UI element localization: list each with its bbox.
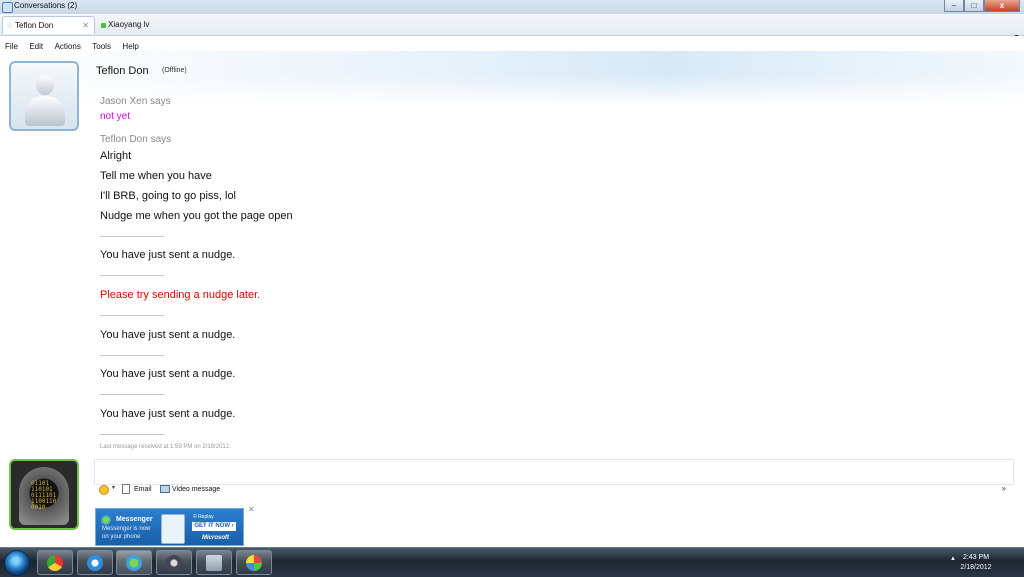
- message-text: not yet: [100, 111, 131, 122]
- window-title: Conversations (2): [14, 1, 78, 10]
- system-error-message: Please try sending a nudge later.: [100, 289, 261, 301]
- taskbar: ▲ 2:43 PM 2/18/2012: [0, 547, 1024, 577]
- separator: [100, 394, 164, 395]
- email-button[interactable]: Email: [134, 484, 152, 495]
- internet-explorer-icon: [87, 555, 103, 571]
- message-text: I'll BRB, going to go piss, lol: [100, 190, 237, 202]
- online-status-icon: [101, 23, 106, 28]
- menu-bar: File Edit Actions Tools Help: [0, 36, 1024, 51]
- tab-teflon-don[interactable]: ☆ Teflon Don ✕: [2, 16, 95, 34]
- ad-brand: Messenger: [116, 516, 153, 523]
- paint-taskbar-button[interactable]: [236, 550, 272, 575]
- messenger-app-icon: [2, 2, 13, 13]
- clock-date: 2/18/2012: [960, 564, 992, 571]
- steam-taskbar-button[interactable]: [156, 550, 192, 575]
- calculator-taskbar-button[interactable]: [196, 550, 232, 575]
- ie-taskbar-button[interactable]: [77, 550, 113, 575]
- tab-xiaoyang-lv[interactable]: Xiaoyang lv: [98, 16, 218, 34]
- messenger-logo-icon: [101, 515, 111, 525]
- separator: [100, 275, 164, 276]
- separator: [100, 315, 164, 316]
- close-button[interactable]: x: [984, 0, 1020, 12]
- get-it-now-button[interactable]: GET IT NOW ›: [192, 522, 236, 531]
- ad-replay[interactable]: © Replay: [193, 514, 214, 520]
- messenger-icon: [126, 555, 142, 571]
- chrome-taskbar-button[interactable]: [37, 550, 73, 575]
- messenger-taskbar-button[interactable]: [116, 550, 152, 575]
- contact-avatar[interactable]: [9, 61, 79, 131]
- title-bar: Conversations (2) – □ x: [0, 0, 1024, 14]
- system-message: You have just sent a nudge.: [100, 368, 236, 380]
- last-message-info: Last message received at 1:59 PM on 2/18…: [100, 444, 231, 450]
- default-user-icon: [36, 75, 54, 95]
- my-avatar[interactable]: 01101 110101 0111101 1100110 0010: [9, 459, 79, 530]
- avatar-binary-text: 01101 110101 0111101 1100110 0010: [31, 480, 57, 511]
- email-icon[interactable]: [122, 484, 130, 494]
- chevron-down-icon[interactable]: ▼: [111, 485, 116, 491]
- compose-toolbar: ▼ Email Video message »: [94, 482, 1012, 497]
- window-controls: – □ x: [944, 0, 1020, 13]
- steam-icon: [166, 555, 182, 571]
- emoticon-icon[interactable]: [99, 485, 109, 495]
- start-button[interactable]: [4, 550, 30, 576]
- message-text: Tell me when you have: [100, 170, 212, 182]
- paint-icon: [246, 555, 262, 571]
- message-text: Nudge me when you got the page open: [100, 210, 293, 222]
- tab-bar: ☆ Teflon Don ✕ Xiaoyang lv ▼: [0, 14, 1024, 41]
- clock-time: 2:43 PM: [962, 554, 990, 561]
- system-clock[interactable]: 2:43 PM 2/18/2012: [946, 553, 1006, 573]
- maximize-button[interactable]: □: [964, 0, 984, 12]
- separator: [100, 355, 164, 356]
- tab-label: Teflon Don: [15, 21, 54, 30]
- ad-tagline: on your phone: [102, 534, 141, 540]
- separator: [100, 434, 164, 435]
- sender-label: Jason Xen says: [100, 96, 171, 107]
- contact-name[interactable]: Teflon Don: [96, 65, 149, 77]
- messenger-ad-banner[interactable]: Messenger Messenger is now on your phone…: [95, 508, 244, 546]
- sender-label: Teflon Don says: [100, 134, 172, 145]
- star-icon: ☆: [6, 21, 14, 30]
- message-text: Alright: [100, 150, 132, 162]
- microsoft-logo: Microsoft: [202, 535, 229, 541]
- chrome-icon: [47, 555, 63, 571]
- phone-image: [161, 514, 185, 544]
- more-options-button[interactable]: »: [1002, 484, 1006, 493]
- video-message-icon[interactable]: [160, 485, 170, 493]
- tab-close-icon[interactable]: ✕: [82, 17, 89, 35]
- separator: [100, 236, 164, 237]
- calculator-icon: [206, 555, 222, 571]
- system-message: You have just sent a nudge.: [100, 329, 236, 341]
- tab-label: Xiaoyang lv: [108, 20, 150, 29]
- system-message: You have just sent a nudge.: [100, 408, 236, 420]
- system-message: You have just sent a nudge.: [100, 249, 236, 261]
- close-ad-icon[interactable]: ✕: [248, 505, 255, 514]
- ad-tagline: Messenger is now: [102, 526, 151, 532]
- minimize-button[interactable]: –: [944, 0, 964, 12]
- contact-status: (Offline): [162, 67, 187, 74]
- video-message-button[interactable]: Video message: [172, 484, 220, 495]
